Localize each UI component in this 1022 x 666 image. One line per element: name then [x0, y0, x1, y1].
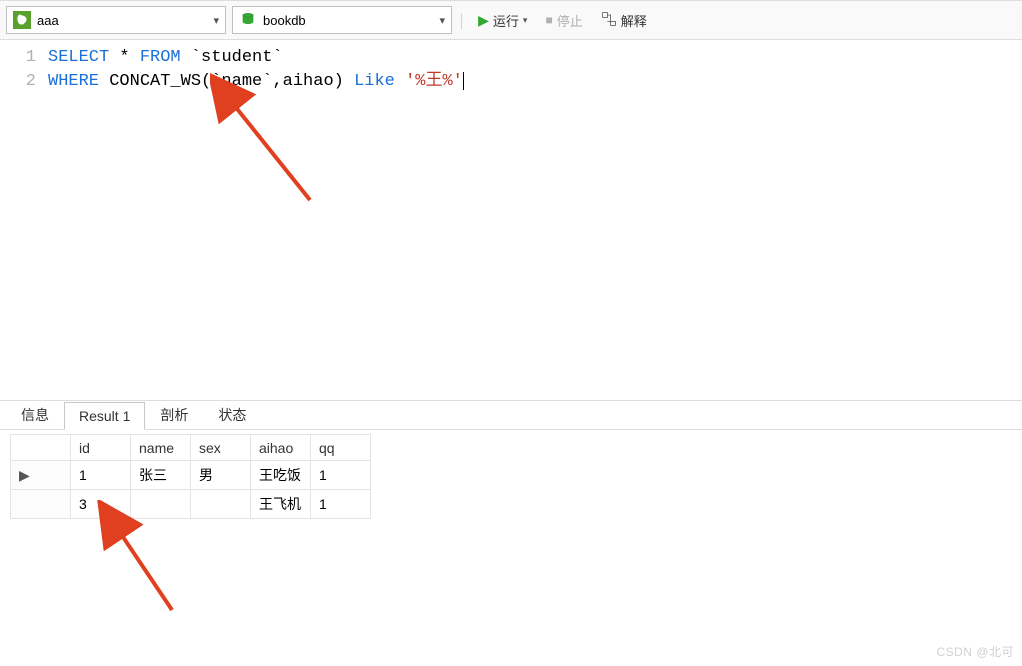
- line-gutter: 1 2: [0, 46, 48, 394]
- connection-icon: [13, 11, 31, 29]
- cell-name[interactable]: 张三: [131, 461, 191, 490]
- database-name: bookdb: [263, 13, 306, 28]
- cell-id[interactable]: 3: [71, 490, 131, 519]
- chevron-down-icon: ▾: [439, 14, 445, 27]
- row-marker: ▶: [11, 461, 71, 490]
- connection-selector[interactable]: aaa ▾: [6, 6, 226, 34]
- col-id[interactable]: id: [71, 435, 131, 461]
- cell-qq[interactable]: 1: [311, 490, 371, 519]
- table-row[interactable]: 3 王飞机 1: [11, 490, 371, 519]
- cell-sex[interactable]: 男: [191, 461, 251, 490]
- stop-button[interactable]: ■ 停止: [539, 6, 588, 34]
- chevron-down-icon: ▾: [523, 15, 528, 26]
- cell-qq[interactable]: 1: [311, 461, 371, 490]
- code-line: WHERE CONCAT_WS(`name`,aihao) Like '%王%': [48, 70, 1022, 94]
- chevron-down-icon: ▾: [213, 14, 219, 27]
- stop-label: 停止: [557, 11, 583, 30]
- sql-editor[interactable]: 1 2 SELECT * FROM `student` WHERE CONCAT…: [0, 40, 1022, 400]
- col-name[interactable]: name: [131, 435, 191, 461]
- code-line: SELECT * FROM `student`: [48, 46, 1022, 70]
- explain-button[interactable]: 解释: [595, 6, 653, 34]
- run-label: 运行: [493, 11, 519, 30]
- watermark-text: CSDN @北可: [936, 643, 1014, 660]
- tab-info[interactable]: 信息: [6, 399, 64, 430]
- cell-name[interactable]: [131, 490, 191, 519]
- line-number: 1: [0, 46, 36, 70]
- connection-name: aaa: [37, 13, 59, 28]
- row-marker: [11, 490, 71, 519]
- col-qq[interactable]: qq: [311, 435, 371, 461]
- explain-label: 解释: [621, 11, 647, 30]
- cell-sex[interactable]: [191, 490, 251, 519]
- cell-aihao[interactable]: 王吃饭: [251, 461, 311, 490]
- tab-status[interactable]: 状态: [203, 399, 261, 430]
- result-tabs: 信息 Result 1 剖析 状态: [0, 400, 1022, 430]
- table-header-row: id name sex aihao qq: [11, 435, 371, 461]
- code-area[interactable]: SELECT * FROM `student` WHERE CONCAT_WS(…: [48, 46, 1022, 394]
- run-button[interactable]: ▶ 运行 ▾: [472, 6, 533, 34]
- toolbar: aaa ▾ bookdb ▾ │ ▶ 运行 ▾ ■ 停止 解释: [0, 0, 1022, 40]
- stop-icon: ■: [545, 13, 552, 27]
- table-row[interactable]: ▶ 1 张三 男 王吃饭 1: [11, 461, 371, 490]
- col-sex[interactable]: sex: [191, 435, 251, 461]
- line-number: 2: [0, 70, 36, 94]
- database-selector[interactable]: bookdb ▾: [232, 6, 452, 34]
- cell-aihao[interactable]: 王飞机: [251, 490, 311, 519]
- play-icon: ▶: [478, 12, 489, 29]
- col-aihao[interactable]: aihao: [251, 435, 311, 461]
- explain-icon: [601, 11, 617, 30]
- database-icon: [239, 11, 257, 29]
- cell-id[interactable]: 1: [71, 461, 131, 490]
- tab-profile[interactable]: 剖析: [145, 399, 203, 430]
- tab-result[interactable]: Result 1: [64, 402, 145, 430]
- result-grid: id name sex aihao qq ▶ 1 张三 男 王吃饭 1 3 王: [0, 430, 1022, 519]
- row-marker-header: [11, 435, 71, 461]
